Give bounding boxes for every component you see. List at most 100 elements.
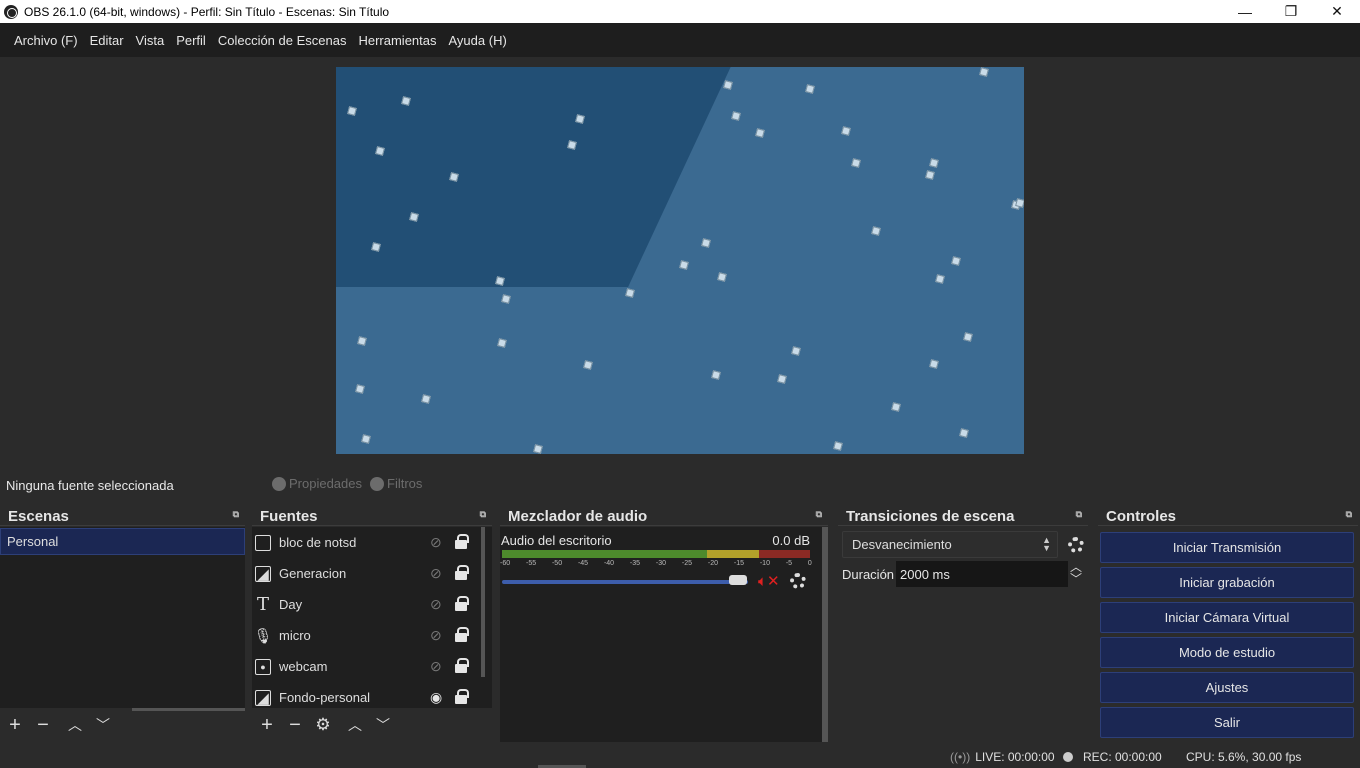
visibility-visible-icon[interactable]: ◉ — [430, 689, 442, 706]
scrollbar[interactable] — [132, 708, 245, 711]
image-icon: ◢ — [255, 565, 271, 583]
scene-item-personal[interactable]: Personal — [0, 528, 245, 555]
visibility-hidden-icon[interactable]: ⊘ — [430, 627, 442, 644]
visibility-hidden-icon[interactable]: ⊘ — [430, 565, 442, 582]
lock-icon[interactable] — [455, 596, 469, 611]
undock-icon[interactable]: ⧉ — [233, 509, 239, 520]
lock-icon[interactable] — [455, 565, 469, 580]
meter-yellow-zone — [707, 550, 759, 558]
gear-icon[interactable] — [1068, 537, 1084, 553]
preview-sprite — [625, 288, 635, 298]
duration-spinbox[interactable]: 2000 ms — [896, 561, 1068, 587]
preview-sprite — [891, 402, 901, 412]
add-source-button[interactable]: + — [254, 712, 280, 738]
lock-icon[interactable] — [455, 627, 469, 642]
undock-icon[interactable]: ⧉ — [1076, 509, 1082, 520]
volume-slider-handle[interactable] — [729, 575, 747, 585]
chevron-down-icon[interactable]: ﹀ — [1070, 573, 1082, 585]
volume-meter — [502, 550, 810, 558]
undock-icon[interactable]: ⧉ — [480, 509, 486, 520]
source-row-day[interactable]: T Day ⊘ — [252, 589, 492, 620]
scrollbar[interactable] — [822, 527, 828, 742]
button-label: Iniciar Cámara Virtual — [1164, 610, 1290, 625]
start-recording-button[interactable]: Iniciar grabación — [1100, 567, 1354, 598]
source-row-micro[interactable]: 🎙︎ micro ⊘ — [252, 620, 492, 651]
studio-mode-button[interactable]: Modo de estudio — [1100, 637, 1354, 668]
move-source-up-button[interactable]: ︿ — [342, 712, 368, 738]
title-bar: OBS 26.1.0 (64-bit, windows) - Perfil: S… — [0, 0, 1360, 23]
menu-herramientas[interactable]: Herramientas — [352, 33, 442, 48]
rec-status: REC: 00:00:00 — [1063, 750, 1162, 764]
duration-stepper[interactable]: ︿ ﹀ — [1070, 561, 1082, 585]
add-scene-button[interactable]: + — [2, 712, 28, 738]
minimize-button[interactable]: — — [1222, 0, 1268, 23]
sources-title: Fuentes — [260, 508, 318, 525]
menu-vista[interactable]: Vista — [130, 33, 171, 48]
menu-coleccion-escenas[interactable]: Colección de Escenas — [212, 33, 353, 48]
preview-sprite — [717, 272, 727, 282]
lock-icon[interactable] — [455, 658, 469, 673]
move-scene-up-button[interactable]: ︿ — [62, 712, 88, 738]
gear-icon — [272, 476, 286, 491]
plus-icon: + — [261, 713, 273, 736]
visibility-hidden-icon[interactable]: ⊘ — [430, 658, 442, 675]
menu-archivo[interactable]: Archivo (F) — [8, 33, 84, 48]
menu-perfil[interactable]: Perfil — [170, 33, 212, 48]
status-bar: ((•)) LIVE: 00:00:00 REC: 00:00:00 CPU: … — [0, 744, 1360, 768]
move-source-down-button[interactable]: ﹀ — [370, 712, 396, 738]
gear-icon[interactable] — [790, 573, 806, 589]
remove-scene-button[interactable]: − — [30, 712, 56, 738]
meter-red-zone — [759, 550, 810, 558]
scale-tick: -35 — [629, 560, 641, 567]
preview-sprite — [583, 360, 593, 370]
no-source-selected-label: Ninguna fuente seleccionada — [6, 477, 174, 493]
muted-speaker-icon[interactable]: 🔈︎✕ — [758, 572, 780, 590]
text-icon: T — [256, 594, 269, 615]
close-icon: ✕ — [1331, 3, 1343, 19]
sources-list: bloc de notsd ⊘ ◢ Generacion ⊘ T Day ⊘ 🎙… — [252, 527, 492, 742]
rec-time: REC: 00:00:00 — [1083, 750, 1162, 764]
undock-icon[interactable]: ⧉ — [816, 509, 822, 520]
preview-sprite — [575, 114, 585, 124]
source-label: micro — [279, 628, 311, 643]
source-label: bloc de notsd — [279, 535, 357, 550]
preview-sprite — [357, 336, 367, 346]
live-status: ((•)) LIVE: 00:00:00 — [950, 750, 1055, 764]
transition-select[interactable]: Desvanecimiento ▲ ▼ — [842, 531, 1058, 558]
restore-button[interactable]: ❐ — [1268, 0, 1314, 23]
scale-tick: -60 — [500, 560, 511, 567]
preview-sprite — [501, 294, 511, 304]
preview-sprite — [711, 370, 721, 380]
filters-button[interactable]: Filtros — [370, 476, 422, 491]
menu-editar[interactable]: Editar — [84, 33, 130, 48]
source-row-generacion[interactable]: ◢ Generacion ⊘ — [252, 558, 492, 589]
transitions-body: Desvanecimiento ▲ ▼ Duración 2000 ms ︿ ﹀ — [838, 527, 1088, 742]
volume-slider[interactable] — [502, 580, 748, 584]
lock-icon[interactable] — [455, 534, 469, 549]
scene-transitions-dock: Transiciones de escena ⧉ Desvanecimiento… — [838, 502, 1088, 742]
start-streaming-button[interactable]: Iniciar Transmisión — [1100, 532, 1354, 563]
menu-ayuda[interactable]: Ayuda (H) — [443, 33, 513, 48]
exit-button[interactable]: Salir — [1100, 707, 1354, 738]
start-virtual-camera-button[interactable]: Iniciar Cámara Virtual — [1100, 602, 1354, 633]
mixer-body: Audio del escritorio 0.0 dB -60 -55 -50 … — [500, 527, 828, 742]
transition-selected: Desvanecimiento — [852, 537, 952, 552]
program-preview[interactable] — [336, 67, 1024, 454]
menu-bar: Archivo (F) Editar Vista Perfil Colecció… — [0, 23, 1360, 57]
source-properties-button[interactable]: ⚙ — [310, 712, 336, 738]
settings-button[interactable]: Ajustes — [1100, 672, 1354, 703]
visibility-hidden-icon[interactable]: ⊘ — [430, 596, 442, 613]
properties-button[interactable]: Propiedades — [272, 476, 362, 491]
move-scene-down-button[interactable]: ﹀ — [90, 712, 116, 738]
source-row-bloc-de-notsd[interactable]: bloc de notsd ⊘ — [252, 527, 492, 558]
lock-icon[interactable] — [455, 689, 469, 704]
preview-area — [0, 57, 1360, 464]
close-button[interactable]: ✕ — [1314, 0, 1360, 23]
filter-icon — [370, 476, 384, 491]
remove-source-button[interactable]: − — [282, 712, 308, 738]
sources-dock: Fuentes ⧉ bloc de notsd ⊘ ◢ Generacion ⊘… — [252, 502, 492, 742]
scale-tick: -5 — [785, 560, 793, 567]
undock-icon[interactable]: ⧉ — [1346, 509, 1352, 520]
source-row-webcam[interactable]: ● webcam ⊘ — [252, 651, 492, 682]
visibility-hidden-icon[interactable]: ⊘ — [430, 534, 442, 551]
